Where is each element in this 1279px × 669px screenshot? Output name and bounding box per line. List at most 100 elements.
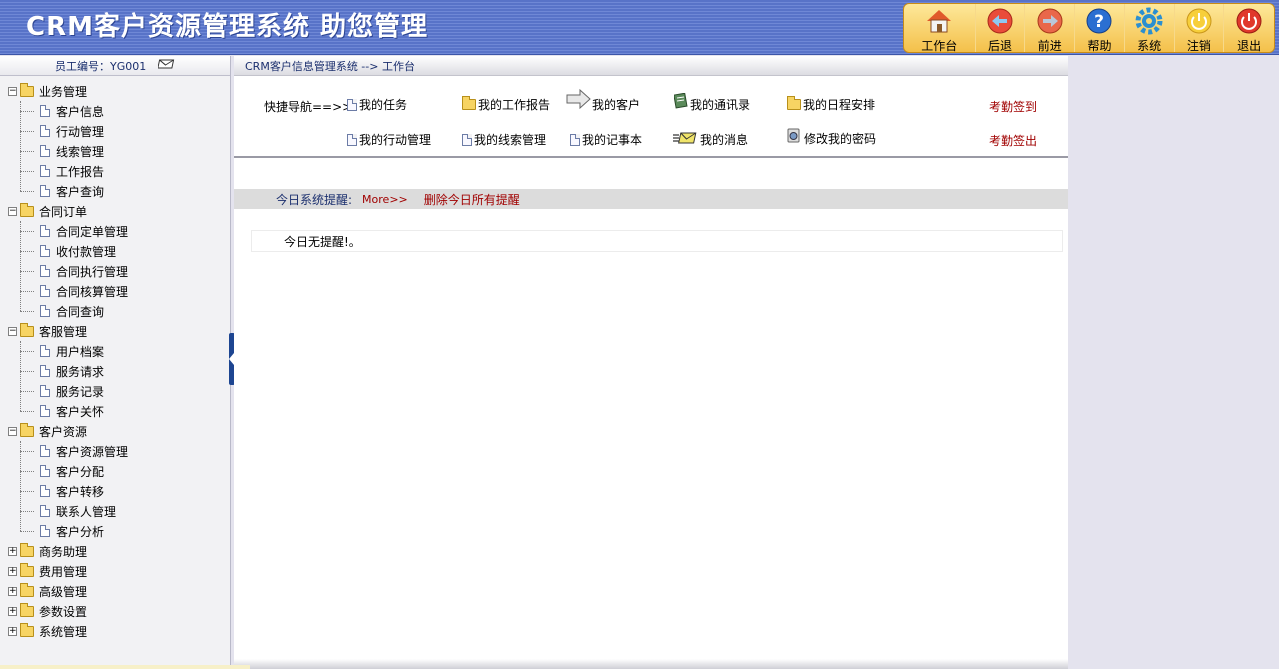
mail-icon[interactable] xyxy=(157,58,176,73)
quicklink-my-contacts[interactable]: 我的通讯录 xyxy=(673,92,750,113)
tree-group-label[interactable]: 合同订单 xyxy=(39,203,87,220)
tree-item[interactable]: 客户信息 xyxy=(4,101,128,121)
help-button[interactable]: ? 帮助 xyxy=(1075,4,1125,53)
quicklink-label: 修改我的密码 xyxy=(804,132,877,146)
employee-bar: 员工编号：YG001 xyxy=(0,56,230,76)
tree-group-label[interactable]: 商务助理 xyxy=(39,543,87,560)
logout-button[interactable]: 注销 xyxy=(1175,4,1225,53)
workbench-button[interactable]: 工作台 xyxy=(904,4,976,53)
status-strip xyxy=(0,665,250,669)
tree-item[interactable]: 客户关怀 xyxy=(4,401,128,421)
reminder-more-link[interactable]: More>> xyxy=(362,193,408,206)
document-icon xyxy=(570,133,580,146)
tree-item-label[interactable]: 联系人管理 xyxy=(56,503,116,520)
expand-icon[interactable]: + xyxy=(8,626,17,636)
quicklink-label: 我的消息 xyxy=(700,133,749,147)
tree-item[interactable]: 客户分配 xyxy=(4,461,128,481)
quicklink-label: 我的线索管理 xyxy=(474,133,547,147)
forward-button[interactable]: 前进 xyxy=(1025,4,1076,53)
collapse-icon[interactable]: − xyxy=(8,86,17,96)
tree-item[interactable]: 合同执行管理 xyxy=(4,261,128,281)
tree-item-label[interactable]: 合同核算管理 xyxy=(56,283,128,300)
quicklink-my-leads[interactable]: 我的线索管理 xyxy=(462,131,546,148)
delete-all-reminders-link[interactable]: 删除今日所有提醒 xyxy=(424,191,520,208)
document-icon xyxy=(40,285,50,297)
tree-item-label[interactable]: 线索管理 xyxy=(56,143,104,160)
tree-group-header[interactable]: + 商务助理 xyxy=(4,541,128,561)
tree-item-label[interactable]: 客户关怀 xyxy=(56,403,104,420)
quicklink-my-notebook[interactable]: 我的记事本 xyxy=(570,131,642,148)
tree-item[interactable]: 线索管理 xyxy=(4,141,128,161)
tree-item-label[interactable]: 服务请求 xyxy=(56,363,104,380)
tree-item[interactable]: 服务记录 xyxy=(4,381,128,401)
expand-icon[interactable]: + xyxy=(8,606,17,616)
tree-item-label[interactable]: 合同查询 xyxy=(56,303,104,320)
tree-group-header[interactable]: − 客户资源 xyxy=(4,421,128,441)
quicklink-my-tasks[interactable]: 我的任务 xyxy=(347,96,407,113)
tree-item[interactable]: 行动管理 xyxy=(4,121,128,141)
tree-item[interactable]: 用户档案 xyxy=(4,341,128,361)
checkout-link[interactable]: 考勤签出 xyxy=(989,132,1037,149)
tree-item-label[interactable]: 合同执行管理 xyxy=(56,263,128,280)
collapse-icon[interactable]: − xyxy=(8,206,17,216)
tree-item[interactable]: 客户转移 xyxy=(4,481,128,501)
expand-icon[interactable]: + xyxy=(8,566,17,576)
tree-group-label[interactable]: 参数设置 xyxy=(39,603,87,620)
tree-group-header[interactable]: − 业务管理 xyxy=(4,81,128,101)
tree-item-label[interactable]: 合同定单管理 xyxy=(56,223,128,240)
tree-group-header[interactable]: − 客服管理 xyxy=(4,321,128,341)
quicklink-my-work-report[interactable]: 我的工作报告 xyxy=(462,96,550,113)
tree-group-header[interactable]: + 费用管理 xyxy=(4,561,128,581)
tree-item-label[interactable]: 客户查询 xyxy=(56,183,104,200)
tree-group-header[interactable]: − 合同订单 xyxy=(4,201,128,221)
tree-item[interactable]: 客户查询 xyxy=(4,181,128,201)
document-icon xyxy=(40,505,50,517)
collapse-icon[interactable]: − xyxy=(8,426,17,436)
tree-item[interactable]: 收付款管理 xyxy=(4,241,128,261)
folder-icon xyxy=(20,202,34,217)
tree-item-label[interactable]: 客户资源管理 xyxy=(56,443,128,460)
tree-item-label[interactable]: 客户分析 xyxy=(56,523,104,540)
tree-item-label[interactable]: 行动管理 xyxy=(56,123,104,140)
collapse-icon[interactable]: − xyxy=(8,326,17,336)
back-button[interactable]: 后退 xyxy=(976,4,1026,53)
tree-group-label[interactable]: 业务管理 xyxy=(39,83,87,100)
tree-item[interactable]: 联系人管理 xyxy=(4,501,128,521)
quicklink-change-password[interactable]: 修改我的密码 xyxy=(786,126,876,147)
expand-icon[interactable]: + xyxy=(8,586,17,596)
tree-group-header[interactable]: + 高级管理 xyxy=(4,581,128,601)
folder-icon xyxy=(20,322,34,337)
tree-item[interactable]: 客户分析 xyxy=(4,521,128,541)
tree-item-label[interactable]: 用户档案 xyxy=(56,343,104,360)
tree-item[interactable]: 合同查询 xyxy=(4,301,128,321)
notebook-icon xyxy=(673,92,688,112)
quicklink-my-messages[interactable]: 我的消息 xyxy=(672,131,748,148)
tree-group-label[interactable]: 高级管理 xyxy=(39,583,87,600)
tree-item[interactable]: 工作报告 xyxy=(4,161,128,181)
tree-group-label[interactable]: 客户资源 xyxy=(39,423,87,440)
tree-group-label[interactable]: 客服管理 xyxy=(39,323,87,340)
forward-label: 前进 xyxy=(1037,39,1062,53)
expand-icon[interactable]: + xyxy=(8,546,17,556)
tree-item[interactable]: 合同定单管理 xyxy=(4,221,128,241)
quicklink-my-schedule[interactable]: 我的日程安排 xyxy=(787,96,875,113)
tree-item-label[interactable]: 服务记录 xyxy=(56,383,104,400)
folder-icon xyxy=(20,602,34,617)
tree-item[interactable]: 服务请求 xyxy=(4,361,128,381)
tree-group-header[interactable]: + 参数设置 xyxy=(4,601,128,621)
tree-group-label[interactable]: 费用管理 xyxy=(39,563,87,580)
tree-item-label[interactable]: 客户转移 xyxy=(56,483,104,500)
exit-button[interactable]: 退出 xyxy=(1224,4,1274,53)
tree-item-label[interactable]: 客户信息 xyxy=(56,103,104,120)
tree-item-label[interactable]: 客户分配 xyxy=(56,463,104,480)
tree-group-label[interactable]: 系统管理 xyxy=(39,623,87,640)
system-button[interactable]: 系统 xyxy=(1125,4,1175,53)
quicklink-my-customers[interactable]: 我的客户 xyxy=(566,88,640,113)
tree-item[interactable]: 客户资源管理 xyxy=(4,441,128,461)
quicklink-my-actions[interactable]: 我的行动管理 xyxy=(347,131,431,148)
checkin-link[interactable]: 考勤签到 xyxy=(989,98,1037,115)
tree-item-label[interactable]: 工作报告 xyxy=(56,163,104,180)
tree-item[interactable]: 合同核算管理 xyxy=(4,281,128,301)
tree-item-label[interactable]: 收付款管理 xyxy=(56,243,116,260)
tree-group-header[interactable]: + 系统管理 xyxy=(4,621,128,641)
